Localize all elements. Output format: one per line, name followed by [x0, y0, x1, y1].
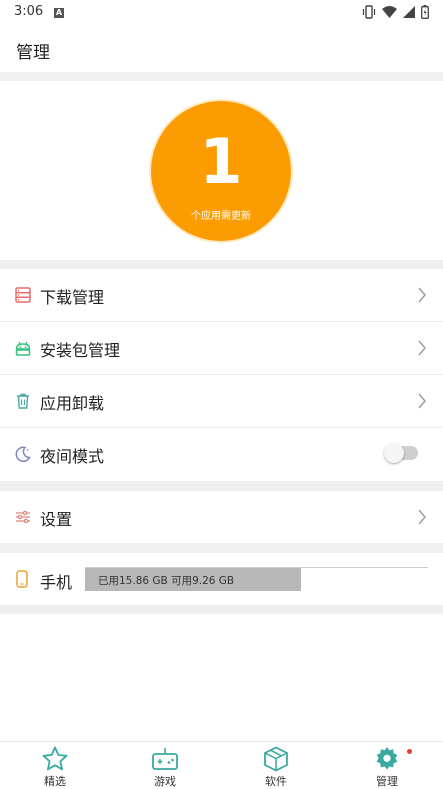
- menu-package-management[interactable]: 安装包管理: [0, 322, 443, 374]
- section-divider: [0, 543, 443, 553]
- menu-download-management[interactable]: 下载管理: [0, 269, 443, 321]
- bottom-nav: 精选 游戏 软件 管理: [0, 741, 443, 789]
- storage-row: 手机 已用15.86 GB 可用9.26 GB: [0, 553, 443, 605]
- wifi-icon: [382, 6, 397, 18]
- storage-used-fill: 已用15.86 GB 可用9.26 GB: [85, 568, 302, 591]
- section-divider: [0, 481, 443, 491]
- section-divider: [0, 72, 443, 81]
- page-title: 管理: [16, 43, 50, 63]
- updates-button[interactable]: 1 个应用需更新: [151, 101, 291, 241]
- status-icons: [362, 5, 429, 19]
- section-divider: [0, 260, 443, 269]
- nav-item-featured[interactable]: 精选: [0, 742, 110, 789]
- nav-item-games[interactable]: 游戏: [110, 742, 220, 789]
- header: 管理: [0, 26, 443, 72]
- battery-icon: [421, 5, 429, 19]
- update-caption: 个应用需更新: [191, 211, 251, 222]
- chevron-right-icon: [418, 287, 426, 303]
- section-divider: [0, 605, 443, 614]
- nav-item-software[interactable]: 软件: [221, 742, 331, 789]
- chevron-right-icon: [418, 509, 426, 525]
- menu-uninstall-label: 应用卸载: [40, 394, 105, 413]
- status-time: 3:06: [14, 4, 44, 19]
- android-icon: [15, 341, 31, 356]
- menu-night-mode: 夜间模式: [0, 428, 443, 480]
- storage-bar: 已用15.86 GB 可用9.26 GB: [85, 567, 428, 591]
- status-bar: 3:06 A: [0, 0, 443, 26]
- nav-label-games: 游戏: [154, 775, 176, 788]
- gear-icon: [376, 747, 398, 770]
- vibrate-icon: [362, 5, 376, 19]
- menu-night-mode-label: 夜间模式: [40, 447, 105, 466]
- night-mode-toggle[interactable]: [384, 443, 418, 463]
- storage-usage-text: 已用15.86 GB 可用9.26 GB: [98, 575, 235, 587]
- menu-download-label: 下载管理: [40, 288, 105, 307]
- trash-icon: [17, 393, 29, 409]
- notification-dot: [407, 749, 412, 754]
- nav-label-software: 软件: [265, 775, 287, 788]
- menu-package-label: 安装包管理: [40, 341, 121, 360]
- chevron-right-icon: [418, 393, 426, 409]
- nav-item-manage[interactable]: 管理: [332, 742, 442, 789]
- menu-settings[interactable]: 设置: [0, 491, 443, 543]
- sliders-icon: [16, 510, 30, 524]
- toggle-knob: [384, 443, 404, 463]
- box-icon: [264, 746, 288, 772]
- storage-label: 手机: [40, 573, 73, 592]
- update-count: 1: [199, 125, 243, 198]
- download-list-icon: [15, 287, 31, 303]
- star-icon: [42, 746, 68, 771]
- nav-label-featured: 精选: [44, 775, 66, 788]
- gamepad-icon: [152, 748, 178, 770]
- phone-icon: [16, 570, 28, 588]
- signal-icon: [403, 6, 415, 18]
- menu-settings-label: 设置: [40, 510, 73, 529]
- menu-app-uninstall[interactable]: 应用卸载: [0, 375, 443, 427]
- moon-icon: [15, 446, 31, 462]
- chevron-right-icon: [418, 340, 426, 356]
- notification-icon: A: [54, 8, 64, 18]
- nav-label-manage: 管理: [376, 775, 398, 788]
